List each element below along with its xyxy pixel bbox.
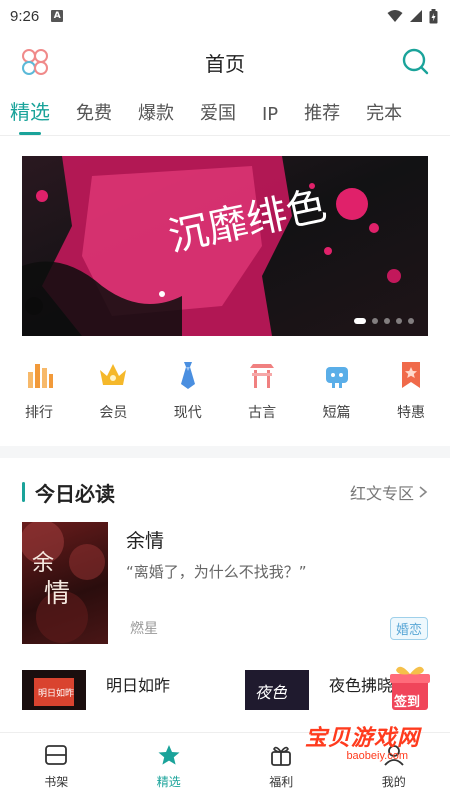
nav-benefits[interactable]: 福利 (225, 733, 338, 800)
book-cover: 夜色 (245, 670, 309, 710)
nav-bookshelf[interactable]: 书架 (0, 733, 113, 800)
banner-art: 沉靡绯色 (22, 156, 428, 336)
battery-icon (429, 8, 438, 23)
cover-art: 余 情 (22, 522, 105, 643)
robot-icon (325, 367, 348, 388)
tab-completed[interactable]: 完本 (366, 99, 402, 135)
book-info: 余情 “离婚了，为什么不找我？” 燃星 婚恋 (126, 522, 428, 644)
cover-title-art: 明日如昨 (38, 687, 74, 699)
user-icon (384, 745, 404, 766)
section-more-link[interactable]: 红文专区 (350, 480, 428, 504)
gate-icon (250, 364, 275, 388)
tab-recommend[interactable]: 推荐 (304, 99, 340, 135)
tab-patriotic[interactable]: 爱国 (200, 99, 236, 135)
ribbon-icon (401, 362, 420, 388)
shortcut-ancient[interactable]: 古言 (237, 358, 287, 422)
signal-icon (410, 10, 422, 22)
book-title: 明日如昨 (106, 676, 171, 695)
wifi-icon (387, 10, 403, 22)
banner-dot (396, 318, 402, 324)
cover-title-art: 余 (32, 551, 54, 576)
gift-icon (271, 746, 292, 766)
book-title: 余情 (126, 530, 165, 552)
shortcut-label: 排行 (25, 405, 53, 421)
featured-book[interactable]: 余 情 余情 “离婚了，为什么不找我？” 燃星 婚恋 (0, 522, 450, 644)
page-title: 首页 (205, 51, 245, 76)
banner-dot (372, 318, 378, 324)
book-author: 燃星 (130, 621, 158, 637)
nav-label: 福利 (269, 775, 294, 789)
shortcut-deals[interactable]: 特惠 (386, 358, 436, 422)
tab-hot[interactable]: 爆款 (138, 99, 174, 135)
cover-art: 夜色 (245, 670, 309, 710)
shortcut-label: 古言 (248, 405, 277, 421)
section-more-label: 红文专区 (349, 484, 414, 503)
category-shortcuts: 排行 会员 现代 古言 短篇 特惠 (0, 358, 450, 422)
nav-featured[interactable]: 精选 (113, 733, 226, 800)
section-header-today: 今日必读 红文专区 (0, 476, 450, 508)
tab-ip[interactable]: IP (262, 104, 278, 135)
shortcut-label: 特惠 (396, 405, 425, 421)
book-quote: “离婚了，为什么不找我？” (126, 563, 307, 581)
notification-icon: A (51, 10, 64, 22)
section-accent-bar (22, 482, 25, 502)
nav-label: 书架 (44, 775, 69, 789)
shortcut-ranking[interactable]: 排行 (14, 358, 64, 422)
shortcut-vip[interactable]: 会员 (88, 358, 138, 422)
banner-dot (354, 318, 366, 324)
tab-free[interactable]: 免费 (76, 99, 112, 135)
status-icons (387, 8, 438, 24)
book-title: 夜色拂晓 (329, 676, 394, 695)
grid-rings-icon[interactable] (20, 47, 50, 77)
banner-pagination (354, 318, 414, 324)
checkin-label: 签到 (394, 695, 421, 710)
cover-art: 明日如昨 (22, 670, 86, 710)
nav-label: 精选 (156, 775, 181, 789)
top-header: 首页 (0, 32, 450, 92)
cover-title-art: 情 (44, 579, 70, 609)
tab-featured[interactable]: 精选 (10, 96, 50, 135)
section-divider (0, 446, 450, 458)
shortcut-modern[interactable]: 现代 (163, 358, 213, 422)
category-tabs: 精选 免费 爆款 爱国 IP 推荐 完本 (0, 92, 450, 136)
shortcut-label: 短篇 (322, 405, 351, 421)
list-item[interactable]: 明日如昨 明日如昨 (22, 670, 205, 710)
bookshelf-icon (45, 745, 68, 765)
bottom-navigation: 书架 精选 福利 我的 (0, 732, 450, 800)
checkin-float-button[interactable]: 签到 (388, 662, 432, 712)
genre-tag: 婚恋 (389, 617, 428, 640)
star-icon (158, 745, 180, 765)
section-title: 今日必读 (35, 481, 115, 506)
book-grid: 明日如昨 明日如昨 夜色 夜色拂晓 (0, 670, 450, 710)
ranking-icon (28, 364, 53, 388)
crown-icon (100, 364, 127, 385)
banner-dot (384, 318, 390, 324)
nav-profile[interactable]: 我的 (338, 733, 450, 800)
shortcut-label: 会员 (99, 405, 128, 421)
shortcut-short[interactable]: 短篇 (312, 358, 362, 422)
status-bar: 9:26 A (0, 0, 450, 32)
chevron-right-icon (419, 486, 428, 498)
status-time: 9:26 (10, 7, 40, 25)
nav-label: 我的 (381, 775, 406, 789)
book-cover: 明日如昨 (22, 670, 86, 710)
banner-dot (408, 318, 414, 324)
promo-banner[interactable]: 沉靡绯色 (22, 156, 428, 336)
search-icon[interactable] (400, 46, 430, 76)
shortcut-label: 现代 (173, 405, 202, 421)
tie-icon (180, 362, 195, 389)
book-cover: 余 情 (22, 522, 108, 644)
cover-title-art: 夜色 (255, 683, 288, 702)
